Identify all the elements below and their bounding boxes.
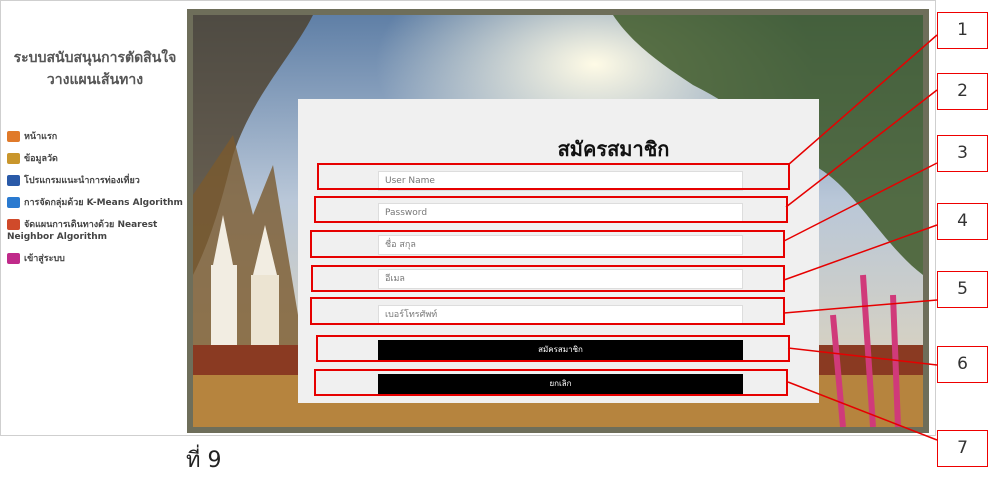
callout-6: 6 <box>937 346 988 383</box>
callout-5: 5 <box>937 271 988 308</box>
callout-7: 7 <box>937 430 988 467</box>
callout-leader-lines <box>783 34 938 441</box>
callout-4: 4 <box>937 203 988 240</box>
callout-2: 2 <box>937 73 988 110</box>
callout-3: 3 <box>937 135 988 172</box>
callout-1: 1 <box>937 12 988 49</box>
